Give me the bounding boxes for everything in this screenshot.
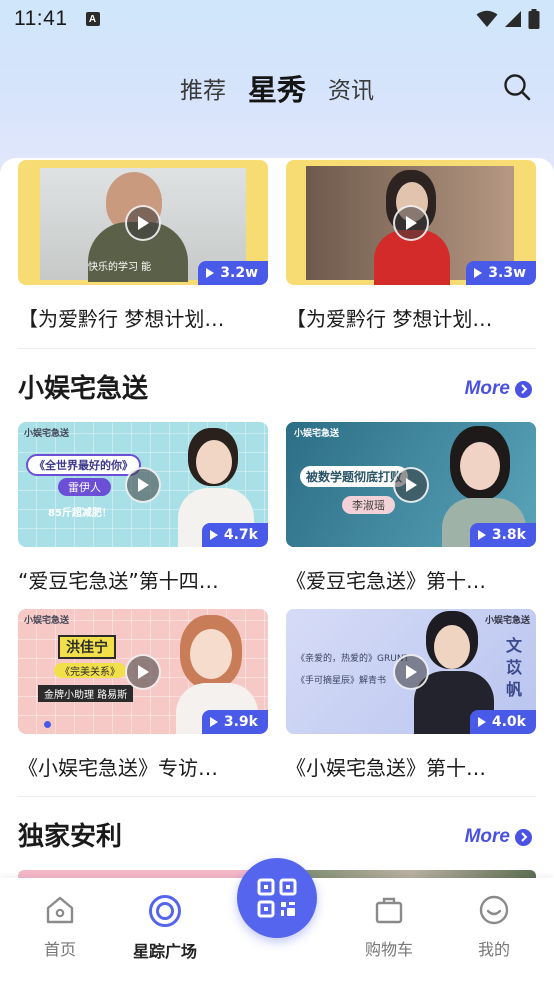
video-thumbnail[interactable]: 小娱宅急送 《全世界最好的你》 雷伊人 85斤超减肥！ 4.7k xyxy=(18,422,268,547)
brand-logo: 小娱宅急送 xyxy=(294,429,340,439)
video-title: 《小娱宅急送》专访… xyxy=(18,756,218,780)
video-thumbnail[interactable]: 3.3w xyxy=(286,160,536,285)
video-thumbnail[interactable]: 小娱宅急送 洪佳宁 《完美关系》 金牌小助理 路易斯 3.9k xyxy=(18,609,268,734)
cell-signal-icon xyxy=(505,11,521,27)
video-card[interactable]: 小娱宅急送 《亲爱的，热爱的》GRUNT 《手可摘星辰》解青书 文苡帆 4.0k… xyxy=(286,609,536,781)
tab-news[interactable]: 资讯 xyxy=(328,71,374,105)
play-small-icon xyxy=(477,530,486,540)
play-small-icon xyxy=(209,530,218,540)
play-icon xyxy=(125,653,161,690)
play-small-icon xyxy=(206,268,215,278)
top-tabs: 推荐 星秀 资讯 xyxy=(0,66,554,110)
nav-label: 星踪广场 xyxy=(132,942,197,961)
tab-star-show[interactable]: 星秀 xyxy=(248,67,306,109)
bag-icon xyxy=(375,897,403,924)
view-count-badge: 3.3w xyxy=(466,261,536,285)
play-small-icon xyxy=(209,717,218,727)
video-title: 《爱豆宅急送》第十… xyxy=(286,569,486,593)
play-icon xyxy=(125,204,161,241)
nav-mine[interactable]: 我的 xyxy=(454,894,534,960)
video-title: 《小娱宅急送》第十… xyxy=(286,756,486,780)
section-title: 小娱宅急送 xyxy=(18,374,149,404)
chevron-right-icon xyxy=(515,380,532,398)
status-bar: 11:41 A xyxy=(0,0,554,38)
battery-icon xyxy=(528,9,540,29)
search-icon[interactable] xyxy=(502,72,532,102)
divider xyxy=(18,348,536,349)
nav-label: 首页 xyxy=(43,940,76,959)
chevron-right-icon xyxy=(515,828,532,846)
divider xyxy=(18,796,536,797)
scan-button[interactable] xyxy=(237,858,317,938)
view-count-badge: 4.7k xyxy=(201,523,268,547)
play-icon xyxy=(125,466,161,503)
tab-recommend[interactable]: 推荐 xyxy=(180,71,226,105)
nav-label: 购物车 xyxy=(364,940,413,959)
video-caption: 快乐的学习 能 xyxy=(88,262,152,273)
nav-label: 我的 xyxy=(477,940,510,959)
view-count-badge: 4.0k xyxy=(469,710,536,734)
video-card[interactable]: 小娱宅急送 洪佳宁 《完美关系》 金牌小助理 路易斯 3.9k 《小娱宅急送》专… xyxy=(18,609,268,781)
nav-cart[interactable]: 购物车 xyxy=(349,894,429,960)
smile-icon xyxy=(479,895,509,925)
video-card[interactable]: 3.3w 【为爱黔行 梦想计划… xyxy=(286,160,536,332)
target-icon xyxy=(149,895,181,927)
nav-home[interactable]: 首页 xyxy=(20,894,100,960)
view-count-badge: 3.9k xyxy=(201,710,268,734)
video-title: 【为爱黔行 梦想计划… xyxy=(286,307,493,331)
video-thumbnail[interactable]: 小娱宅急送 被数学题彻底打败 李淑瑶 3.8k xyxy=(286,422,536,547)
video-thumbnail[interactable]: 快乐的学习 能 3.2w xyxy=(18,160,268,285)
video-title: “爱豆宅急送”第十四… xyxy=(18,569,219,593)
brand-logo: 小娱宅急送 xyxy=(484,616,530,626)
view-count-badge: 3.2w xyxy=(198,261,268,285)
section-title: 独家安利 xyxy=(18,822,123,852)
video-thumbnail[interactable] xyxy=(286,870,536,878)
wifi-icon xyxy=(476,10,498,27)
home-icon xyxy=(46,896,74,924)
brand-logo: 小娱宅急送 xyxy=(24,429,70,439)
play-icon xyxy=(393,653,429,690)
video-card[interactable]: 快乐的学习 能 3.2w 【为爱黔行 梦想计划… xyxy=(18,160,268,332)
video-card[interactable]: 小娱宅急送 《全世界最好的你》 雷伊人 85斤超减肥！ 4.7k “爱豆宅急送”… xyxy=(18,422,268,594)
play-icon xyxy=(393,466,429,503)
more-button[interactable]: More xyxy=(465,826,532,848)
more-button[interactable]: More xyxy=(465,378,532,400)
video-thumbnail[interactable] xyxy=(18,870,268,878)
video-thumbnail[interactable]: 小娱宅急送 《亲爱的，热爱的》GRUNT 《手可摘星辰》解青书 文苡帆 4.0k xyxy=(286,609,536,734)
feed-content[interactable]: 快乐的学习 能 3.2w 【为爱黔行 梦想计划… 3.3w 【为爱黔行 梦想计划… xyxy=(0,158,554,878)
status-time: 11:41 xyxy=(14,7,68,30)
view-count-badge: 3.8k xyxy=(469,523,536,547)
play-icon xyxy=(393,204,429,241)
play-small-icon xyxy=(477,717,486,727)
notification-icon: A xyxy=(85,12,100,26)
play-small-icon xyxy=(474,268,483,278)
video-card[interactable]: 小娱宅急送 被数学题彻底打败 李淑瑶 3.8k 《爱豆宅急送》第十… xyxy=(286,422,536,594)
qr-scan-icon xyxy=(257,878,297,918)
video-title: 【为爱黔行 梦想计划… xyxy=(18,307,225,331)
nav-star-square[interactable]: 星踪广场 xyxy=(125,894,205,962)
brand-logo: 小娱宅急送 xyxy=(24,616,70,626)
